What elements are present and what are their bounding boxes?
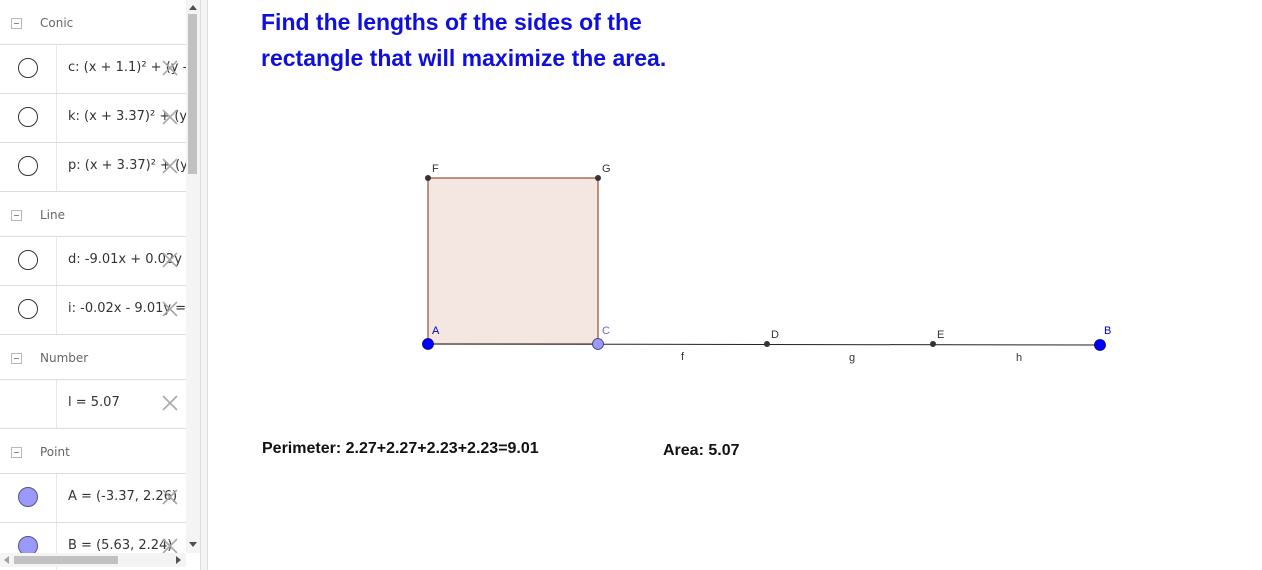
- algebra-item-number-l[interactable]: l = 5.07: [0, 380, 186, 429]
- visibility-toggle-marble[interactable]: [18, 58, 38, 78]
- scroll-right-icon[interactable]: [176, 556, 181, 564]
- algebra-list: Conic c: (x + 1.1)² + (y - k: (x + 3.37)…: [0, 0, 186, 570]
- group-label: Conic: [40, 16, 74, 30]
- area-text: Area: 5.07: [663, 442, 740, 459]
- divider: [56, 474, 57, 522]
- point-b[interactable]: [1094, 339, 1106, 351]
- algebra-item-conic-c[interactable]: c: (x + 1.1)² + (y -: [0, 45, 186, 94]
- scroll-left-icon[interactable]: [4, 556, 9, 564]
- delete-icon[interactable]: [161, 488, 179, 506]
- label-c: C: [602, 325, 610, 337]
- scroll-down-icon[interactable]: [189, 542, 197, 547]
- group-header-conic[interactable]: Conic: [0, 0, 186, 45]
- divider: [56, 143, 57, 191]
- point-f[interactable]: [425, 175, 431, 181]
- segment-ab[interactable]: [427, 343, 1101, 346]
- collapse-icon[interactable]: [11, 353, 22, 364]
- algebra-item-line-d[interactable]: d: -9.01x + 0.02y =: [0, 237, 186, 286]
- label-e: E: [937, 329, 944, 341]
- visibility-toggle-marble[interactable]: [18, 250, 38, 270]
- scroll-up-icon[interactable]: [189, 5, 197, 10]
- visibility-toggle-marble[interactable]: [18, 299, 38, 319]
- point-a[interactable]: [422, 338, 434, 350]
- group-label: Number: [40, 351, 89, 365]
- divider: [56, 380, 57, 428]
- algebra-item-point-a[interactable]: A = (-3.37, 2.26): [0, 474, 186, 523]
- horizontal-scrollbar[interactable]: [0, 553, 186, 567]
- group-header-point[interactable]: Point: [0, 429, 186, 474]
- delete-icon[interactable]: [161, 300, 179, 318]
- vertical-scrollbar-thumb[interactable]: [188, 14, 197, 174]
- point-e[interactable]: [930, 341, 936, 347]
- group-label: Line: [40, 208, 66, 222]
- delete-icon[interactable]: [161, 157, 179, 175]
- label-g: G: [602, 163, 611, 175]
- graphics-view[interactable]: Find the lengths of the sides of the rec…: [208, 0, 1262, 570]
- collapse-icon[interactable]: [11, 18, 22, 29]
- algebra-item-conic-p[interactable]: p: (x + 3.37)² + (y: [0, 143, 186, 192]
- delete-icon[interactable]: [161, 394, 179, 412]
- visibility-toggle-marble[interactable]: [18, 107, 38, 127]
- perimeter-text: Perimeter: 2.27+2.27+2.23+2.23=9.01: [262, 440, 539, 457]
- visibility-toggle-marble[interactable]: [18, 487, 38, 507]
- visibility-toggle-marble[interactable]: [18, 156, 38, 176]
- divider: [56, 45, 57, 93]
- point-c[interactable]: [592, 338, 604, 350]
- vertical-scrollbar[interactable]: [186, 0, 200, 553]
- collapse-icon[interactable]: [11, 210, 22, 221]
- horizontal-scrollbar-thumb[interactable]: [14, 556, 118, 564]
- label-d: D: [771, 329, 779, 341]
- group-header-line[interactable]: Line: [0, 192, 186, 237]
- construction-canvas[interactable]: F G A C D E B f g h: [208, 0, 1262, 570]
- rectangle-polygon[interactable]: [427, 177, 599, 345]
- point-g[interactable]: [595, 175, 601, 181]
- group-label: Point: [40, 445, 70, 459]
- label-segment-h: h: [1016, 352, 1022, 364]
- algebra-item-conic-k[interactable]: k: (x + 3.37)² + (y: [0, 94, 186, 143]
- collapse-icon[interactable]: [11, 447, 22, 458]
- label-segment-f: f: [681, 351, 685, 363]
- point-d[interactable]: [764, 341, 770, 347]
- divider: [56, 286, 57, 334]
- delete-icon[interactable]: [161, 59, 179, 77]
- label-a: A: [432, 325, 440, 337]
- algebra-item-line-i[interactable]: i: -0.02x - 9.01y = -: [0, 286, 186, 335]
- divider: [56, 237, 57, 285]
- view-splitter[interactable]: [200, 0, 208, 570]
- divider: [56, 94, 57, 142]
- label-b: B: [1104, 325, 1111, 337]
- label-f: F: [432, 163, 439, 175]
- delete-icon[interactable]: [161, 251, 179, 269]
- group-header-number[interactable]: Number: [0, 335, 186, 380]
- delete-icon[interactable]: [161, 108, 179, 126]
- label-segment-g: g: [849, 352, 855, 364]
- algebra-view: Conic c: (x + 1.1)² + (y - k: (x + 3.37)…: [0, 0, 200, 570]
